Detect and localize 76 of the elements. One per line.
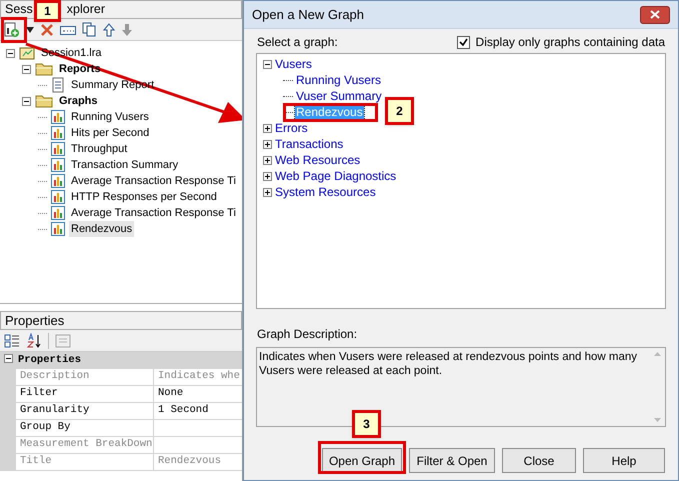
caret-icon[interactable]: [26, 26, 34, 32]
field-label: Select a graph:: [257, 34, 338, 51]
tree-item[interactable]: Reports: [57, 60, 103, 78]
bar-chart-icon: [51, 142, 65, 156]
field-label: Graph Description:: [257, 326, 358, 343]
dialog-button[interactable]: Help: [583, 448, 665, 473]
bar-chart-icon: [51, 222, 65, 236]
report-icon: [51, 77, 65, 93]
property-name: Title: [16, 454, 154, 470]
delete-icon[interactable]: [40, 22, 54, 36]
tree-item[interactable]: Running Vusers: [295, 72, 382, 88]
tree-item[interactable]: Graphs: [57, 92, 100, 110]
bar-chart-icon: [51, 158, 65, 172]
tree-item[interactable]: Hits per Second: [69, 124, 152, 142]
close-button[interactable]: [640, 6, 670, 24]
sort-alpha-icon[interactable]: [26, 332, 42, 348]
bar-chart-icon: [51, 206, 65, 220]
tree-item[interactable]: Running Vusers: [69, 108, 151, 126]
folder-icon: [35, 94, 53, 108]
property-value[interactable]: None: [154, 386, 242, 402]
tree-item[interactable]: System Resources: [274, 184, 377, 200]
tree-item[interactable]: Rendezvous: [69, 220, 134, 238]
tree-item[interactable]: HTTP Responses per Second: [69, 188, 219, 206]
folder-icon: [35, 62, 53, 76]
property-name: Granularity: [16, 403, 154, 419]
bar-chart-icon: [51, 174, 65, 188]
tree-item[interactable]: Web Resources: [274, 152, 362, 168]
close-icon: [650, 10, 660, 19]
window-title: Open a New Graph: [252, 6, 364, 24]
move-up-icon[interactable]: [103, 22, 115, 36]
rename-icon[interactable]: [60, 24, 76, 36]
expand-icon[interactable]: [263, 140, 272, 148]
expand-icon[interactable]: [263, 172, 272, 180]
collapse-icon[interactable]: [22, 64, 31, 74]
bar-chart-icon: [51, 190, 65, 204]
categorized-icon[interactable]: [4, 334, 20, 348]
tree-item[interactable]: Throughput: [69, 140, 130, 158]
highlight-frame: [1, 17, 27, 43]
description-text: Indicates when Vusers were released at rendezvous points and how many Vusers were released at each point.: [258, 350, 638, 378]
tree-item[interactable]: Errors: [274, 120, 309, 136]
tree-item[interactable]: Vuser Summary: [295, 88, 383, 104]
collapse-icon[interactable]: [4, 354, 13, 363]
tree-item[interactable]: Transaction Summary: [69, 156, 180, 174]
tree-item[interactable]: Web Page Diagnostics: [274, 168, 398, 184]
dialog-button[interactable]: Filter & Open: [409, 448, 495, 473]
dialog-button[interactable]: Close: [502, 448, 576, 473]
category-label: Properties: [18, 352, 82, 368]
dialog-button[interactable]: Open Graph: [322, 448, 402, 473]
bar-chart-icon: [51, 126, 65, 140]
add-graph-icon[interactable]: [4, 22, 20, 38]
property-value[interactable]: 1 Second: [154, 403, 242, 419]
tree-item[interactable]: Average Transaction Response Ti: [69, 204, 238, 222]
callout-label: 2: [385, 97, 414, 125]
property-name: Group By: [16, 420, 154, 436]
callout-label: 1: [34, 0, 61, 22]
session-icon: [19, 46, 35, 60]
expand-icon[interactable]: [263, 188, 272, 196]
property-name: Filter: [16, 386, 154, 402]
checkbox-label: Display only graphs containing data: [476, 34, 665, 51]
collapse-icon[interactable]: [6, 48, 15, 58]
property-name: Description: [16, 369, 154, 385]
tree-item[interactable]: Average Transaction Response Ti: [69, 172, 238, 190]
collapse-icon[interactable]: [22, 96, 31, 106]
panel-title: xplorer: [66, 1, 106, 18]
bar-chart-icon: [51, 110, 65, 124]
panel-title: Sess: [5, 1, 33, 18]
tree-item[interactable]: Vusers: [274, 56, 313, 72]
checkbox[interactable]: [456, 36, 470, 48]
property-name: Measurement BreakDown: [16, 437, 154, 453]
tree-item[interactable]: Transactions: [274, 136, 344, 152]
callout-label: 3: [352, 410, 381, 438]
expand-icon[interactable]: [263, 124, 272, 132]
expand-icon[interactable]: [263, 156, 272, 164]
copy-icon[interactable]: [82, 22, 97, 37]
panel-title: Properties: [5, 312, 64, 330]
collapse-icon[interactable]: [263, 60, 272, 68]
